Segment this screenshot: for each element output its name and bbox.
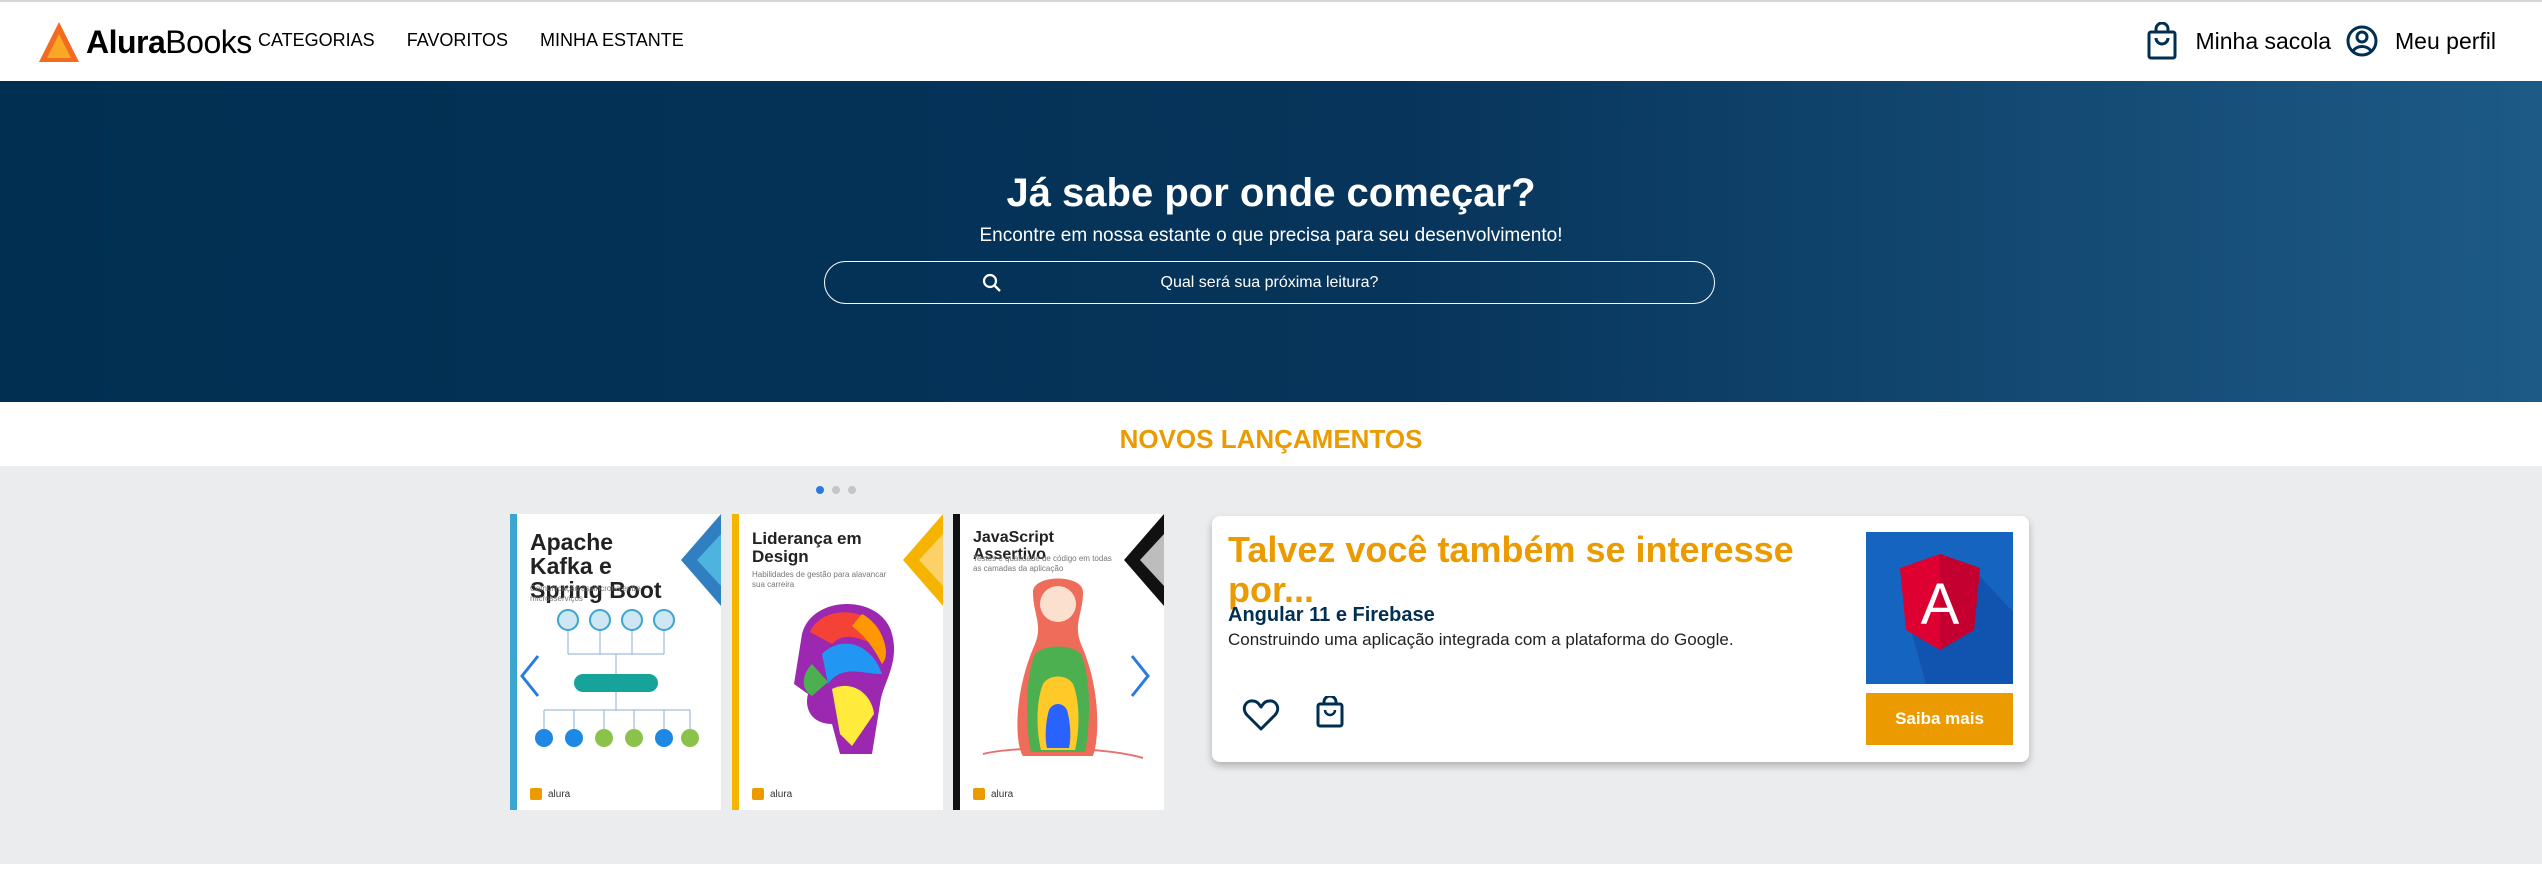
- hero-title: Já sabe por onde começar?: [1006, 171, 1536, 215]
- section-title: NOVOS LANÇAMENTOS: [1119, 424, 1423, 454]
- angular-logo-icon: A: [1900, 554, 2013, 684]
- saiba-mais-button[interactable]: Saiba mais: [1866, 693, 2013, 745]
- card-book-description: Construindo uma aplicação integrada com …: [1228, 630, 1734, 649]
- top-header: AluraBooks CATEGORIAS FAVORITOS MINHA ES…: [0, 0, 2542, 81]
- logo-icon: [39, 22, 79, 62]
- colorful-head-illustration: [794, 604, 895, 754]
- carousel-dot[interactable]: [848, 486, 856, 494]
- main-nav: CATEGORIAS FAVORITOS MINHA ESTANTE: [258, 30, 716, 51]
- logo-text: AluraBooks: [86, 23, 252, 60]
- book-footer: alura: [973, 788, 1013, 800]
- nav-favoritos[interactable]: FAVORITOS: [407, 30, 508, 51]
- book-cover-lideranca[interactable]: Liderança em Design Habilidades de gestã…: [732, 514, 943, 810]
- card-heading: Talvez você também se interesse por...: [1228, 529, 1794, 610]
- alurabooks-logo[interactable]: AluraBooks: [38, 20, 252, 64]
- book-carousel: Apache Kafka e Spring Boot Comunicação a…: [510, 514, 1164, 810]
- nav-minha-estante[interactable]: MINHA ESTANTE: [540, 30, 684, 51]
- search-box: [824, 261, 1715, 304]
- card-book-title[interactable]: Angular 11 e Firebase: [1228, 604, 1435, 627]
- book-footer: alura: [530, 788, 570, 800]
- carousel-dot[interactable]: [832, 486, 840, 494]
- search-input[interactable]: [825, 262, 1714, 303]
- search-icon: [982, 273, 1001, 292]
- user-area: Minha sacola Meu perfil: [2145, 22, 2510, 60]
- releases-band: Apache Kafka e Spring Boot Comunicação a…: [0, 466, 2542, 864]
- nav-categorias[interactable]: CATEGORIAS: [258, 30, 375, 51]
- angular-book-cover[interactable]: A: [1866, 532, 2013, 684]
- carousel-next-arrow-icon[interactable]: [1128, 652, 1152, 700]
- user-profile-icon[interactable]: [2345, 22, 2379, 60]
- recommendation-card: Talvez você também se interesse por... A…: [1212, 516, 2029, 762]
- bag-label[interactable]: Minha sacola: [2195, 28, 2331, 55]
- svg-text:A: A: [1921, 572, 1960, 637]
- carousel-prev-arrow-icon[interactable]: [518, 652, 542, 700]
- hero-banner: Já sabe por onde começar? Encontre em no…: [0, 81, 2542, 402]
- carousel-dots: [816, 486, 864, 494]
- add-to-bag-icon[interactable]: [1316, 696, 1344, 728]
- carousel-dot[interactable]: [816, 486, 824, 494]
- shopping-bag-icon[interactable]: [2145, 22, 2179, 60]
- hero-subtitle: Encontre em nossa estante o que precisa …: [979, 225, 1563, 246]
- book-footer: alura: [752, 788, 792, 800]
- heart-favorite-icon[interactable]: [1242, 698, 1280, 732]
- profile-label[interactable]: Meu perfil: [2395, 28, 2496, 55]
